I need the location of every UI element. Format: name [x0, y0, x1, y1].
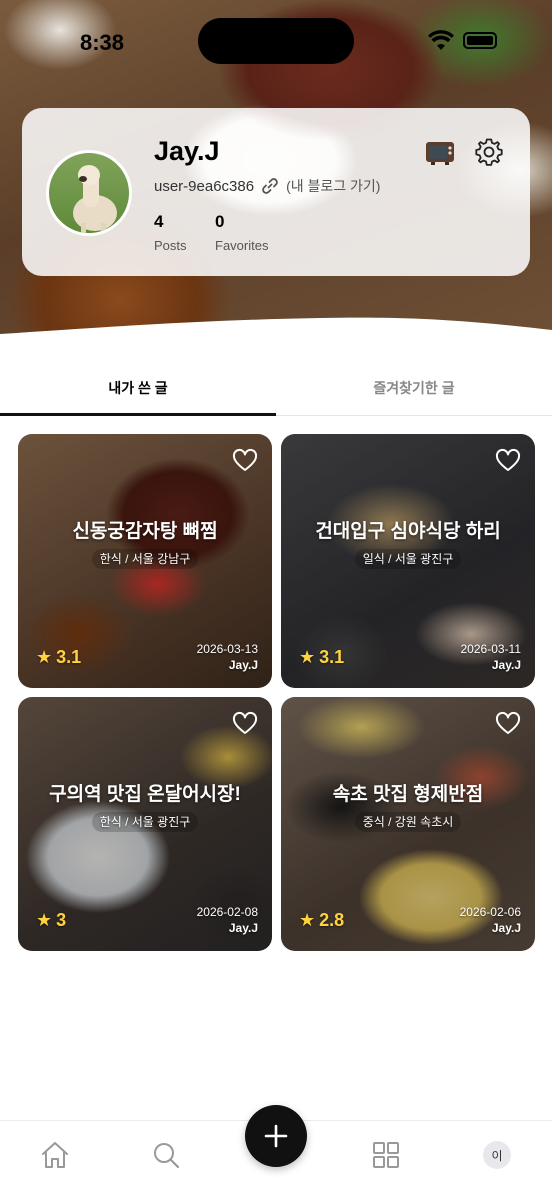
home-icon[interactable]: [39, 1139, 71, 1171]
favorite-heart-icon[interactable]: [495, 448, 521, 474]
card-rating: ★ 3.1: [299, 647, 344, 668]
card-rating-value: 3: [56, 910, 67, 930]
card-category: 일식 / 서울 광진구: [281, 549, 535, 569]
profile-avatar[interactable]: [46, 150, 132, 236]
card-date: 2026-02-08: [196, 905, 258, 919]
post-card[interactable]: 구의역 맛집 온달어시장! 한식 / 서울 광진구 ★ 3 2026-02-08…: [18, 697, 272, 951]
blog-link[interactable]: (내 블로그 가기): [286, 176, 380, 196]
dynamic-island: [198, 18, 354, 64]
card-category: 중식 / 강원 속초시: [281, 812, 535, 832]
battery-icon: [463, 32, 497, 49]
post-card[interactable]: 속초 맛집 형제반점 중식 / 강원 속초시 ★ 2.8 2026-02-06 …: [281, 697, 535, 951]
settings-gear-icon[interactable]: [474, 137, 504, 167]
favorites-stat: 0 Favorites: [215, 212, 268, 253]
card-author: Jay.J: [228, 921, 258, 935]
card-title: 구의역 맛집 온달어시장!: [49, 784, 241, 805]
card-category: 한식 / 서울 광진구: [18, 812, 272, 832]
grid-icon[interactable]: [370, 1139, 402, 1171]
profile-name: Jay.J: [154, 136, 220, 166]
card-rating: ★ 3.1: [36, 647, 81, 668]
favorites-label: Favorites: [215, 238, 269, 253]
posts-label: Posts: [154, 238, 187, 253]
favorite-heart-icon[interactable]: [232, 711, 258, 737]
wifi-icon: [428, 30, 454, 50]
favorite-heart-icon[interactable]: [495, 711, 521, 737]
active-tab-indicator: [0, 413, 276, 416]
profile-card: Jay.J user-9ea6c386 (내 블로그 가기) 4 Posts 0…: [22, 108, 530, 276]
card-author: Jay.J: [228, 658, 258, 672]
posts-count: 4: [154, 212, 164, 231]
card-category-text: 한식 / 서울 강남구: [91, 549, 199, 569]
card-title: 신동궁감자탕 뼈찜: [72, 521, 218, 542]
card-title: 속초 맛집 형제반점: [332, 784, 484, 805]
status-time: 8:38: [80, 30, 125, 55]
add-post-button[interactable]: [245, 1105, 307, 1167]
star-icon: ★: [36, 910, 53, 930]
card-category: 한식 / 서울 강남구: [18, 549, 272, 569]
card-rating-value: 3.1: [56, 647, 82, 667]
favorite-heart-icon[interactable]: [232, 448, 258, 474]
post-card[interactable]: 신동궁감자탕 뼈찜 한식 / 서울 강남구 ★ 3.1 2026-03-13 J…: [18, 434, 272, 688]
profile-handle: user-9ea6c386: [154, 177, 255, 195]
status-bar: 8:38: [0, 0, 552, 80]
plus-icon: [264, 1124, 288, 1148]
card-title: 건대입구 심야식당 하리: [315, 521, 501, 542]
star-icon: ★: [36, 647, 53, 667]
favorites-count: 0: [215, 212, 225, 231]
link-icon[interactable]: [260, 176, 280, 196]
star-icon: ★: [299, 647, 316, 667]
card-date: 2026-03-11: [460, 642, 522, 656]
card-rating: ★ 2.8: [299, 910, 344, 931]
posts-stat: 4 Posts: [154, 212, 187, 253]
post-card[interactable]: 건대입구 심야식당 하리 일식 / 서울 광진구 ★ 3.1 2026-03-1…: [281, 434, 535, 688]
hero-wave-divider: [0, 317, 552, 345]
tab-favorites[interactable]: 즐겨찾기한 글: [276, 360, 552, 415]
card-category-text: 중식 / 강원 속초시: [354, 812, 462, 832]
card-date: 2026-03-13: [196, 642, 258, 656]
card-author: Jay.J: [491, 658, 521, 672]
search-icon[interactable]: [150, 1139, 182, 1171]
alpaca-photo: [73, 165, 117, 233]
card-rating: ★ 3: [36, 910, 66, 931]
nav-profile-avatar[interactable]: 이: [483, 1141, 511, 1169]
card-category-text: 한식 / 서울 광진구: [91, 812, 199, 832]
profile-handle-row: user-9ea6c386 (내 블로그 가기): [154, 176, 380, 196]
card-rating-value: 2.8: [319, 910, 345, 930]
tab-my-posts[interactable]: 내가 쓴 글: [0, 360, 276, 415]
profile-header-background: 8:38 Jay.J user-9ea6c386 (내 블로그 가기) 4 Po…: [0, 0, 552, 345]
card-author: Jay.J: [491, 921, 521, 935]
profile-tabs: 내가 쓴 글 즐겨찾기한 글: [0, 360, 552, 416]
star-icon: ★: [299, 910, 316, 930]
card-date: 2026-02-06: [459, 905, 521, 919]
card-category-text: 일식 / 서울 광진구: [354, 549, 462, 569]
tv-icon[interactable]: [424, 136, 456, 168]
card-rating-value: 3.1: [319, 647, 345, 667]
